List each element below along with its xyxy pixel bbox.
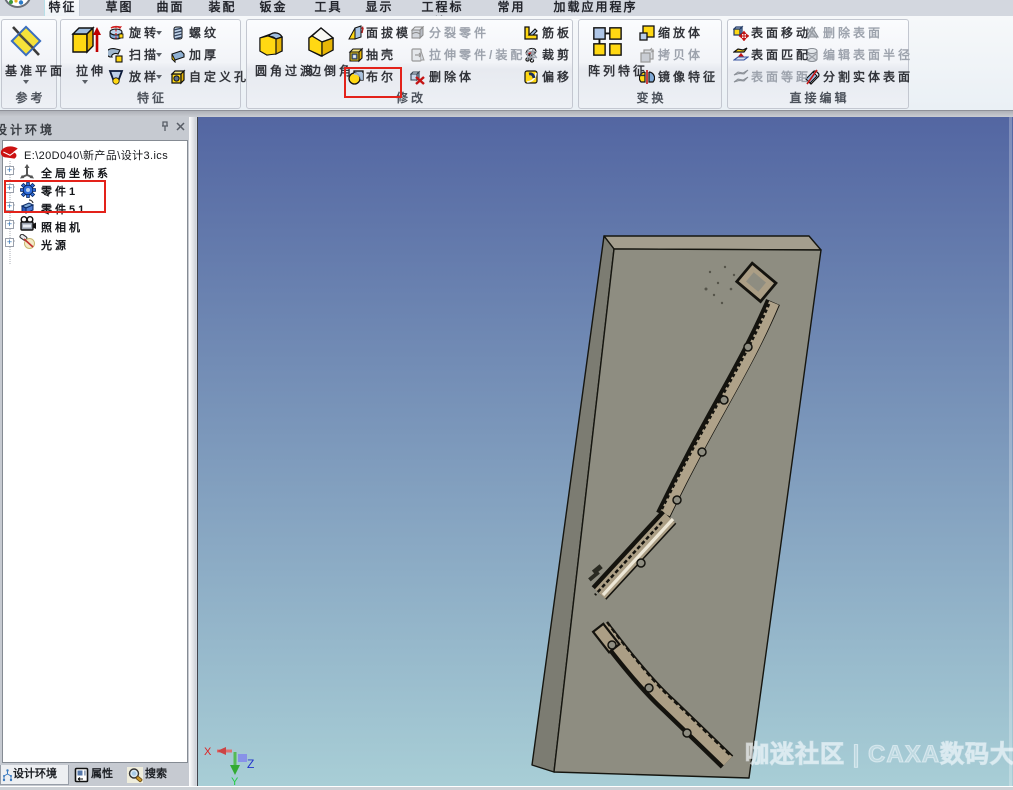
svg-text:X: X [204,746,212,758]
svg-text:Y: Y [231,776,239,786]
svg-text:Z: Z [247,757,254,771]
